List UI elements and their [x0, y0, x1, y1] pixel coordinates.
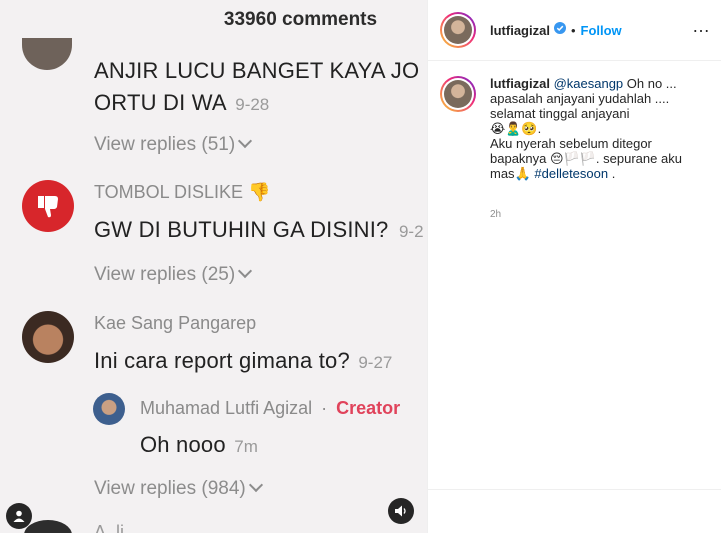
creator-badge: Creator — [336, 398, 401, 418]
hashtag-link[interactable]: #delletesoon — [534, 166, 608, 181]
commenter-name: TOMBOL DISLIKE 👎 — [94, 182, 271, 202]
creator-avatar — [93, 393, 125, 425]
comment-text: ANJIR LUCU BANGET KAYA JO — [94, 58, 420, 83]
commenter-avatar — [22, 38, 72, 70]
post-header: lutfiagizal • Follow … — [428, 0, 721, 61]
sound-toggle-button[interactable] — [388, 498, 414, 524]
commenter-name: Kae Sang Pangarep — [94, 313, 257, 333]
post-time: 2h — [490, 209, 502, 220]
view-replies-button[interactable]: View replies (25) — [94, 263, 253, 286]
comment-date: 9-27 — [358, 353, 393, 372]
comment-date: 9-28 — [235, 95, 270, 114]
comment-text-line2: ORTU DI WA 9-28 — [94, 90, 270, 115]
mention-link[interactable]: @kaesangp — [554, 76, 624, 91]
kaesang-avatar — [22, 311, 74, 363]
comments-count: 33960 comments — [223, 9, 378, 30]
chevron-down-icon — [248, 477, 263, 493]
reply-text: Oh nooo 7m — [140, 432, 258, 457]
verified-icon — [553, 21, 566, 39]
view-replies-button[interactable]: View replies (984) — [94, 477, 263, 500]
more-options-icon[interactable]: … — [692, 16, 711, 37]
thumbs-down-icon — [38, 196, 58, 218]
speaker-icon — [395, 505, 406, 517]
reply-author: Muhamad Lutfi Agizal · Creator — [140, 398, 401, 418]
comment-text: GW DI BUTUHIN GA DISINI? 9-2 — [94, 217, 424, 242]
divider — [428, 489, 721, 490]
post-panel: lutfiagizal • Follow … lutfiagizal @kaes… — [427, 0, 721, 533]
caption-avatar[interactable] — [440, 76, 476, 112]
chevron-down-icon — [238, 133, 253, 149]
chevron-down-icon — [238, 263, 253, 279]
user-icon — [13, 510, 25, 522]
post-media[interactable]: 33960 comments ANJIR LUCU BANGET KAYA JO… — [0, 0, 427, 533]
user-tag-button[interactable] — [6, 503, 32, 529]
avatar[interactable] — [440, 12, 476, 48]
comment-date: 9-2 — [398, 222, 424, 241]
comment-text: Ini cara report gimana to? 9-27 — [94, 348, 393, 373]
caption-username[interactable]: lutfiagizal — [490, 76, 550, 91]
commenter-name: A..li.. — [94, 522, 135, 533]
commenter-avatar — [24, 520, 72, 533]
follow-button[interactable]: Follow — [581, 23, 622, 38]
post-caption: lutfiagizal @kaesangp Oh no ... apasalah… — [440, 76, 712, 181]
caption-emoji: 😭🙎‍♂️🥺. — [490, 121, 542, 136]
separator: • — [570, 22, 576, 38]
header-username[interactable]: lutfiagizal — [490, 23, 550, 38]
dislike-avatar — [22, 180, 74, 232]
caption-text: lutfiagizal @kaesangp Oh no ... apasalah… — [490, 76, 682, 181]
view-replies-button[interactable]: View replies (51) — [94, 133, 253, 156]
reply-date: 7m — [234, 437, 258, 456]
